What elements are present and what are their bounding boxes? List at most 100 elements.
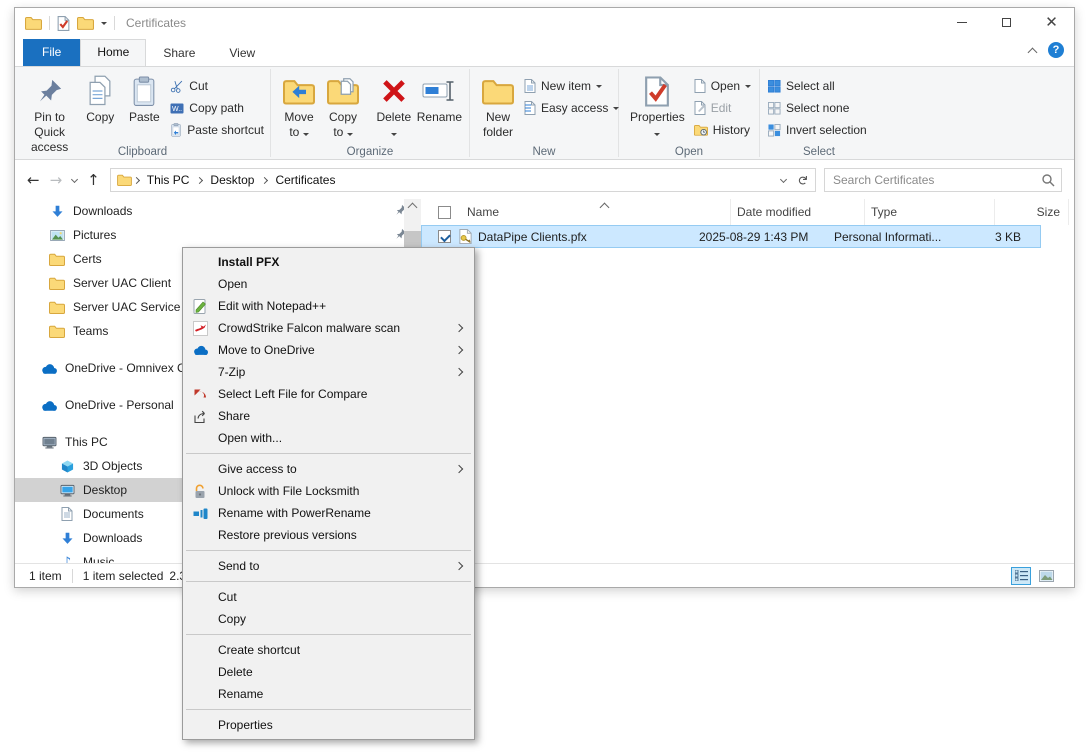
close-button[interactable]: ✕ xyxy=(1029,8,1074,37)
powerrename-icon xyxy=(190,507,210,520)
menu-item-open[interactable]: Open xyxy=(183,273,474,295)
select-none-icon xyxy=(768,102,781,115)
this-pc-icon xyxy=(40,436,58,449)
address-dropdown-icon[interactable] xyxy=(780,175,787,182)
menu-item-create-shortcut[interactable]: Create shortcut xyxy=(183,639,474,661)
menu-separator xyxy=(186,581,471,582)
column-header-name[interactable]: Name xyxy=(461,199,731,225)
sort-ascending-icon xyxy=(600,203,610,213)
rename-button[interactable]: Rename xyxy=(416,70,463,127)
breadcrumb-desktop[interactable]: Desktop xyxy=(204,173,260,187)
back-button[interactable]: ← xyxy=(27,171,40,189)
menu-item-rename[interactable]: Rename xyxy=(183,683,474,705)
properties-button[interactable]: Properties xyxy=(625,70,690,142)
sidebar-item-label: Teams xyxy=(73,324,108,338)
menu-item-delete[interactable]: Delete xyxy=(183,661,474,683)
address-folder-icon xyxy=(117,174,132,186)
qat-customize-dropdown-icon[interactable] xyxy=(101,22,107,25)
menu-item-give-access-to[interactable]: Give access to xyxy=(183,458,474,480)
tab-view[interactable]: View xyxy=(212,41,272,66)
invert-selection-button[interactable]: Invert selection xyxy=(768,120,867,140)
sidebar-item-label: Pictures xyxy=(73,228,116,242)
copy-path-button[interactable]: W.. Copy path xyxy=(170,98,264,118)
scroll-up-icon[interactable] xyxy=(408,203,418,213)
tab-home[interactable]: Home xyxy=(80,39,146,66)
menu-item-select-left-file-compare[interactable]: Select Left File for Compare xyxy=(183,383,474,405)
menu-item-properties[interactable]: Properties xyxy=(183,714,474,736)
menu-item-restore-previous-versions[interactable]: Restore previous versions xyxy=(183,524,474,546)
up-button[interactable]: ↑ xyxy=(87,171,100,189)
copy-icon xyxy=(85,74,115,108)
pin-icon xyxy=(37,74,63,108)
select-all-checkbox[interactable] xyxy=(438,206,451,219)
pin-to-quick-access-button[interactable]: Pin to Quickaccess xyxy=(21,70,78,157)
copy-button[interactable]: Copy xyxy=(78,70,122,127)
submenu-arrow-icon xyxy=(455,346,463,354)
minimize-button[interactable] xyxy=(939,8,984,37)
menu-item-edit-with-notepad[interactable]: Edit with Notepad++ xyxy=(183,295,474,317)
qat-properties-icon[interactable] xyxy=(57,16,70,31)
new-folder-button[interactable]: Newfolder xyxy=(476,70,520,142)
cut-button[interactable]: Cut xyxy=(170,76,264,96)
new-item-button[interactable]: New item xyxy=(524,76,619,96)
notepad-plus-plus-icon xyxy=(190,299,210,314)
column-header-type[interactable]: Type xyxy=(865,199,995,225)
select-none-button[interactable]: Select none xyxy=(768,98,867,118)
paste-button[interactable]: Paste xyxy=(122,70,166,127)
menu-item-7zip[interactable]: 7-Zip xyxy=(183,361,474,383)
row-checkbox[interactable] xyxy=(438,230,451,243)
menu-separator xyxy=(186,453,471,454)
onedrive-icon xyxy=(40,362,58,375)
history-button[interactable]: History xyxy=(694,120,751,140)
menu-item-crowdstrike-scan[interactable]: CrowdStrike Falcon malware scan xyxy=(183,317,474,339)
paste-shortcut-button[interactable]: Paste shortcut xyxy=(170,120,264,140)
search-box[interactable] xyxy=(824,168,1062,192)
search-icon[interactable] xyxy=(1041,173,1055,187)
sidebar-item-label: Server UAC Service xyxy=(73,300,180,314)
sidebar-item-label: Downloads xyxy=(83,531,142,545)
tab-share[interactable]: Share xyxy=(146,41,212,66)
column-header-size[interactable]: Size xyxy=(995,199,1069,225)
maximize-button[interactable] xyxy=(984,8,1029,37)
breadcrumb-certificates[interactable]: Certificates xyxy=(269,173,341,187)
paste-icon xyxy=(131,74,157,108)
details-view-button[interactable] xyxy=(1011,567,1031,585)
sidebar-item-label: 3D Objects xyxy=(83,459,142,473)
menu-item-install-pfx[interactable]: Install PFX xyxy=(183,251,474,273)
documents-icon xyxy=(58,507,76,521)
select-all-button[interactable]: Select all xyxy=(768,76,867,96)
search-input[interactable] xyxy=(833,173,1041,187)
open-button[interactable]: Open xyxy=(694,76,751,96)
qat-new-folder-icon[interactable] xyxy=(77,16,94,30)
menu-item-send-to[interactable]: Send to xyxy=(183,555,474,577)
column-header-date-modified[interactable]: Date modified xyxy=(731,199,865,225)
quick-access-toolbar: Certificates xyxy=(15,16,186,31)
large-icons-view-button[interactable] xyxy=(1036,567,1056,585)
sidebar-item-downloads[interactable]: Downloads xyxy=(15,199,421,223)
menu-item-move-to-onedrive[interactable]: Move to OneDrive xyxy=(183,339,474,361)
sidebar-item-pictures[interactable]: Pictures xyxy=(15,223,421,247)
file-row-datapipe-clients[interactable]: DataPipe Clients.pfx 2025-08-29 1:43 PM … xyxy=(421,225,1041,248)
new-folder-icon xyxy=(482,74,514,108)
menu-item-open-with[interactable]: Open with... xyxy=(183,427,474,449)
menu-item-unlock-file-locksmith[interactable]: Unlock with File Locksmith xyxy=(183,480,474,502)
breadcrumb-this-pc[interactable]: This PC xyxy=(141,173,196,187)
help-icon[interactable]: ? xyxy=(1048,42,1064,58)
group-label-organize: Organize xyxy=(271,146,469,158)
collapse-ribbon-icon[interactable] xyxy=(1028,47,1038,57)
refresh-icon[interactable]: ↻ xyxy=(794,175,809,186)
tab-file[interactable]: File xyxy=(23,39,80,66)
address-bar[interactable]: This PC Desktop Certificates ↻ xyxy=(110,168,816,192)
menu-item-copy[interactable]: Copy xyxy=(183,608,474,630)
move-to-button[interactable]: Moveto xyxy=(277,70,321,142)
easy-access-button[interactable]: Easy access xyxy=(524,98,619,118)
menu-item-rename-with-powerrename[interactable]: Rename with PowerRename xyxy=(183,502,474,524)
menu-item-share[interactable]: Share xyxy=(183,405,474,427)
copy-to-icon xyxy=(327,74,359,108)
copy-to-button[interactable]: Copyto xyxy=(321,70,365,142)
submenu-arrow-icon xyxy=(455,368,463,376)
delete-button[interactable]: Delete xyxy=(372,70,416,142)
menu-item-cut[interactable]: Cut xyxy=(183,586,474,608)
ribbon-tabs: File Home Share View xyxy=(15,38,1074,66)
recent-locations-icon[interactable] xyxy=(71,175,78,182)
